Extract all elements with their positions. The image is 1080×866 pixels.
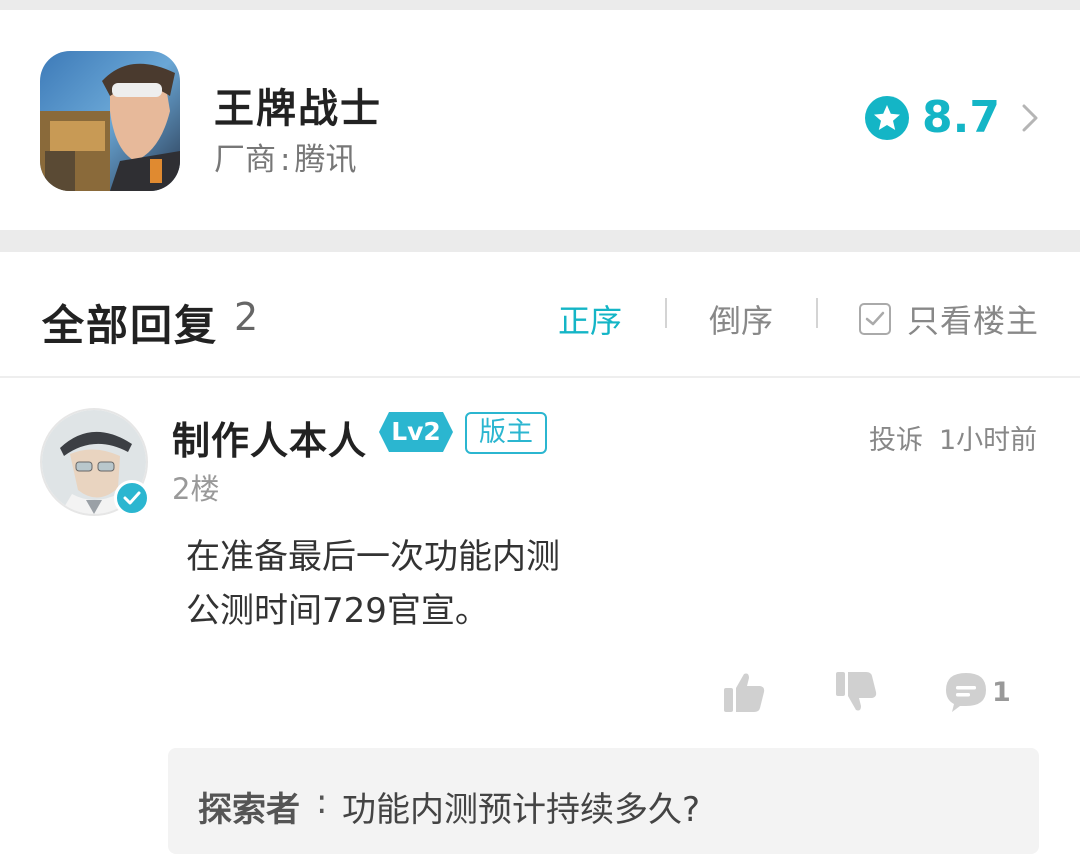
comment-icon [946,673,986,712]
reply-post: 制作人本人 Lv2 版主 投诉 1小时前 2楼 在准备最后一次功能内测 公测时间… [0,380,1080,866]
game-icon[interactable] [40,51,180,191]
verified-badge-icon [114,480,150,516]
replies-count: 2 [234,295,259,339]
top-separator [0,0,1080,10]
username[interactable]: 制作人本人 [172,410,367,465]
level-text: Lv2 [391,417,441,446]
rating-value: 8.7 [922,92,1000,143]
game-title: 王牌战士 [214,86,382,132]
post-line: 公测时间729官宣。 [186,591,489,631]
sub-reply-author[interactable]: 探索者 [198,782,300,831]
comment-count: 1 [992,676,1011,708]
comment-button[interactable]: 1 [944,670,1011,714]
vendor-label: 厂商 [214,142,276,178]
post-line: 在准备最后一次功能内测 [186,537,560,577]
post-time: 1小时前 [939,425,1038,456]
check-icon [865,311,885,326]
user-avatar[interactable] [40,408,150,516]
like-button[interactable] [722,670,766,718]
sort-descending-tab[interactable]: 倒序 [709,296,773,342]
sub-reply[interactable]: 探索者 : 功能内测预计持续多久? [168,748,1039,854]
post-content: 在准备最后一次功能内测 公测时间729官宣。 [186,530,560,638]
vendor-name: 腾讯 [294,142,357,178]
thumbs-up-icon [724,673,765,712]
chevron-right-icon [1022,104,1038,131]
section-separator [0,230,1080,252]
report-link[interactable]: 投诉 [869,418,923,457]
level-badge: Lv2 [379,412,453,452]
dislike-button[interactable] [834,670,878,718]
sort-ascending-tab[interactable]: 正序 [558,296,622,342]
op-only-label: 只看楼主 [907,302,1040,340]
thumbs-down-icon [836,672,877,711]
moderator-badge: 版主 [465,412,547,454]
sub-reply-colon: : [316,782,328,822]
replies-title: 全部回复 [42,301,219,350]
rating[interactable]: 8.7 [864,92,1040,143]
divider [816,298,818,328]
floor-number: 2楼 [172,472,220,506]
replies-header: 全部回复 2 正序 倒序 只看楼主 [0,252,1080,378]
game-header[interactable]: 王牌战士 厂商: 腾讯 8.7 [0,10,1080,230]
sub-reply-text: 功能内测预计持续多久? [342,790,701,830]
divider [665,298,667,328]
op-only-toggle[interactable]: 只看楼主 [859,296,1039,342]
op-only-checkbox[interactable] [859,303,891,335]
game-vendor: 厂商: 腾讯 [214,134,356,179]
star-badge-icon [865,95,910,140]
vendor-separator: : [280,142,291,178]
